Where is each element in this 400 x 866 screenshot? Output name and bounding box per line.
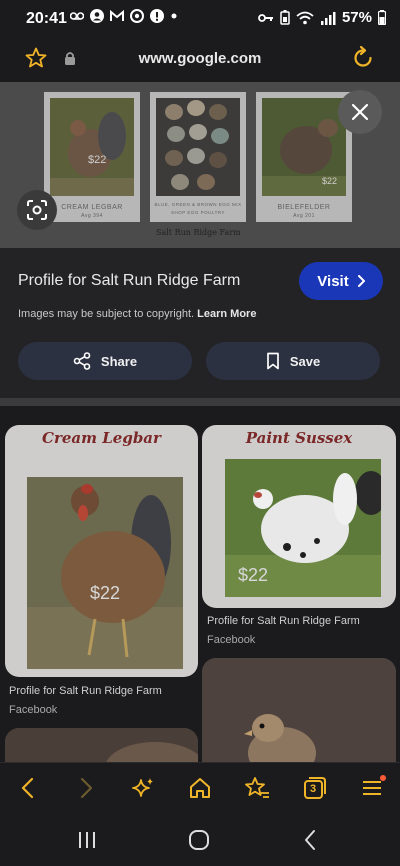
preview-sub-2: SHOP EGG POULTRY	[170, 210, 225, 215]
result-photo-partial	[5, 728, 198, 762]
profile-title: Profile for Salt Run Ridge Farm	[18, 272, 241, 289]
forward-icon[interactable]	[74, 775, 98, 801]
home-system-icon[interactable]	[188, 829, 210, 851]
result-title-2[interactable]: Profile for Salt Run Ridge Farm	[207, 615, 360, 627]
result-heading-1: Cream Legbar	[42, 429, 161, 447]
lens-button[interactable]	[17, 190, 57, 230]
gmail-icon	[110, 10, 124, 21]
preview-price-1: $22	[88, 154, 107, 166]
related-results: Cream Legbar $22 Profile for Salt Run Ri…	[0, 406, 400, 762]
share-label: Share	[100, 353, 138, 369]
result-heading-2: Paint Sussex	[245, 429, 353, 447]
preview-photo-cream-legbar	[50, 98, 134, 196]
preview-price-3: $22	[322, 176, 338, 186]
copyright-text: Images may be subject to copyright.	[18, 308, 195, 320]
back-system-icon[interactable]	[302, 829, 318, 851]
tabs-button[interactable]: 3	[302, 775, 326, 801]
preview-caption-2: BLUE, GREEN & BROWN EGG MIX	[154, 202, 242, 207]
lens-icon	[27, 200, 47, 220]
result-source-2: Facebook	[207, 634, 256, 646]
status-right: 57%	[258, 9, 386, 26]
visit-label: Visit	[317, 272, 349, 290]
battery-icon	[378, 10, 386, 25]
recents-icon[interactable]	[77, 830, 97, 850]
result-title-1[interactable]: Profile for Salt Run Ridge Farm	[9, 685, 162, 697]
preview-sub-3: Avg 201	[293, 213, 315, 219]
battery-saver-icon	[280, 10, 290, 25]
system-nav-bar	[0, 812, 400, 866]
result-price-2: $22	[238, 565, 269, 585]
preview-caption-3: BIELEFELDER	[277, 204, 331, 211]
copyright-notice: Images may be subject to copyright. Lear…	[18, 308, 256, 320]
home-icon[interactable]	[188, 775, 212, 801]
preview-sub-1: Avg 394	[81, 213, 103, 219]
reload-icon[interactable]	[350, 45, 376, 71]
result-source-1: Facebook	[9, 704, 58, 716]
result-photo-cream-legbar	[27, 477, 183, 669]
preview-photo-eggs	[156, 98, 240, 196]
url-text[interactable]: www.google.com	[0, 50, 400, 67]
close-icon	[351, 103, 369, 121]
close-button[interactable]	[338, 90, 382, 134]
preview-card-eggs: BLUE, GREEN & BROWN EGG MIX SHOP EGG POU…	[150, 92, 246, 222]
browser-url-bar: www.google.com	[0, 38, 400, 82]
section-divider	[0, 398, 400, 406]
notification-icons	[70, 9, 178, 23]
result-card-paint-sussex[interactable]: Paint Sussex $22	[202, 425, 396, 608]
image-info-panel: Profile for Salt Run Ridge Farm Visit Im…	[0, 248, 400, 398]
key-icon	[258, 13, 273, 22]
more-dot-icon	[171, 13, 177, 19]
save-button[interactable]: Save	[206, 342, 380, 380]
wifi-icon	[296, 11, 314, 24]
result-price-1: $22	[90, 583, 121, 603]
preview-caption-1: CREAM LEGBAR	[61, 204, 123, 211]
share-icon	[73, 352, 91, 370]
voicemail-icon	[70, 12, 84, 20]
chrome-icon	[130, 9, 144, 23]
learn-more-link[interactable]: Learn More	[197, 308, 256, 320]
result-card-cream-legbar[interactable]: Cream Legbar $22	[5, 425, 198, 677]
chevron-right-icon	[357, 275, 365, 287]
bookmarks-icon[interactable]	[244, 775, 270, 801]
bookmark-icon	[266, 352, 279, 370]
status-time: 20:41	[26, 10, 67, 27]
status-bar: 20:41 57%	[0, 0, 400, 38]
account-icon	[90, 9, 104, 23]
menu-icon	[363, 775, 386, 795]
browser-bottom-nav: 3	[0, 762, 400, 813]
result-card-chick[interactable]	[202, 658, 396, 762]
visit-button[interactable]: Visit	[299, 262, 383, 300]
alert-icon	[150, 9, 164, 23]
preview-card-cream-legbar: $22 CREAM LEGBAR Avg 394	[44, 92, 140, 222]
sparkle-icon[interactable]	[131, 775, 155, 801]
save-label: Save	[289, 353, 321, 369]
tabs-count: 3	[310, 783, 317, 795]
result-card-partial[interactable]	[5, 728, 198, 762]
preview-caption: Salt Run Ridge Farm	[156, 228, 241, 237]
menu-button[interactable]	[360, 775, 386, 801]
result-photo-chick	[202, 658, 396, 762]
back-icon[interactable]	[16, 775, 40, 801]
signal-icon	[320, 11, 336, 25]
share-button[interactable]: Share	[18, 342, 192, 380]
battery-percent: 57%	[341, 9, 372, 26]
